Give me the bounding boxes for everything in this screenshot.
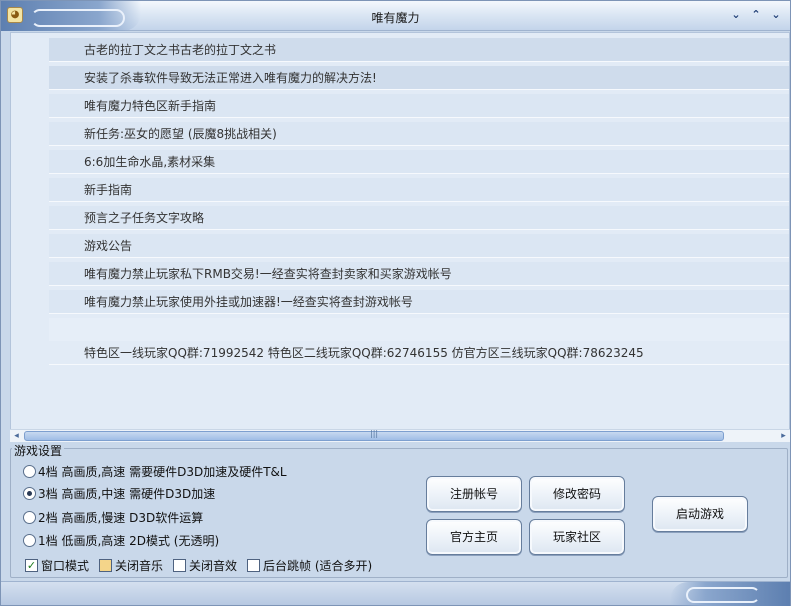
close-button[interactable]: ⌄ [768,7,784,23]
settings-legend: 游戏设置 [12,442,65,459]
launcher-window: ◕ 唯有魔力 ⌄ ⌃ ⌄ 古老的拉丁文之书古老的拉丁文之书 安装了杀毒软件导致无… [0,0,791,606]
option-checkboxes: ✓ 窗口模式 关闭音乐 关闭音效 后台跳帧 (适合多开) [25,557,372,574]
news-item[interactable]: 古老的拉丁文之书古老的拉丁文之书 [49,38,789,62]
scroll-right-icon[interactable]: ▸ [777,430,790,442]
community-button[interactable]: 玩家社区 [529,519,625,555]
window-controls: ⌄ ⌃ ⌄ [728,7,784,23]
check-icon[interactable]: ✓ [25,559,38,572]
quality-option-1[interactable]: 1档 低画质,高速 2D模式 (无透明) [23,531,219,549]
news-item [49,318,789,342]
bottom-bar [1,581,790,606]
background-frameskip-checkbox[interactable]: 后台跳帧 (适合多开) [247,557,372,574]
news-item[interactable]: 预言之子任务文字攻略 [49,206,789,230]
scroll-left-icon[interactable]: ◂ [10,430,23,442]
news-item[interactable]: 新手指南 [49,178,789,202]
horizontal-scrollbar[interactable]: ◂ ▸ [10,429,790,442]
window-title: 唯有魔力 [371,11,420,25]
news-item[interactable]: 新任务:巫女的愿望 (辰魔8挑战相关) [49,122,789,146]
game-settings-group: 游戏设置 4档 高画质,高速 需要硬件D3D加速及硬件T&L 3档 高画质,中速… [10,442,788,578]
checkbox-label: 关闭音效 [189,559,238,573]
qq-group-info: 特色区一线玩家QQ群:71992542 特色区二线玩家QQ群:62746155 … [49,341,789,365]
window-mode-checkbox[interactable]: ✓ 窗口模式 [25,557,89,574]
title-bar[interactable]: ◕ 唯有魔力 ⌄ ⌃ ⌄ [1,1,790,31]
checkbox-label: 关闭音乐 [115,559,164,573]
scroll-thumb[interactable] [24,429,724,441]
minimize-button[interactable]: ⌄ [728,7,744,23]
radio-button[interactable] [23,533,36,547]
quality-option-label: 2档 高画质,慢速 D3D软件运算 [38,510,204,525]
quality-option-label: 4档 高画质,高速 需要硬件D3D加速及硬件T&L [38,464,287,479]
news-item[interactable]: 唯有魔力禁止玩家使用外挂或加速器!一经查实将查封游戏帐号 [49,290,789,314]
homepage-button[interactable]: 官方主页 [426,519,522,555]
news-item[interactable]: 唯有魔力禁止玩家私下RMB交易!一经查实将查封卖家和买家游戏帐号 [49,262,789,286]
news-item[interactable]: 唯有魔力特色区新手指南 [49,94,789,118]
quality-option-4[interactable]: 4档 高画质,高速 需要硬件D3D加速及硬件T&L [23,462,287,480]
bottom-ornament [670,582,790,606]
register-button[interactable]: 注册帐号 [426,476,522,512]
mute-sfx-checkbox[interactable]: 关闭音效 [173,557,237,574]
maximize-button[interactable]: ⌃ [748,7,764,23]
checkbox-box[interactable] [173,559,187,572]
checkbox-box[interactable] [247,559,261,572]
news-list: 古老的拉丁文之书古老的拉丁文之书 安装了杀毒软件导致无法正常进入唯有魔力的解决方… [10,32,790,430]
mute-music-checkbox[interactable]: 关闭音乐 [99,557,163,574]
change-password-button[interactable]: 修改密码 [529,476,625,512]
quality-option-label: 3档 高画质,中速 需硬件D3D加速 [38,486,216,501]
radio-button[interactable] [23,510,36,524]
news-item[interactable]: 游戏公告 [49,234,789,258]
checkbox-box[interactable] [99,559,113,572]
news-item[interactable]: 安装了杀毒软件导致无法正常进入唯有魔力的解决方法! [49,66,789,90]
radio-button[interactable] [23,486,36,500]
quality-option-3[interactable]: 3档 高画质,中速 需硬件D3D加速 [23,484,215,502]
news-item[interactable]: 6:6加生命水晶,素材采集 [49,150,789,174]
checkbox-label: 后台跳帧 (适合多开) [263,559,373,573]
quality-option-label: 1档 低画质,高速 2D模式 (无透明) [38,533,220,548]
launch-game-button[interactable]: 启动游戏 [652,496,748,532]
radio-button[interactable] [23,464,36,478]
quality-option-2[interactable]: 2档 高画质,慢速 D3D软件运算 [23,508,203,526]
checkbox-label: 窗口模式 [41,559,90,573]
